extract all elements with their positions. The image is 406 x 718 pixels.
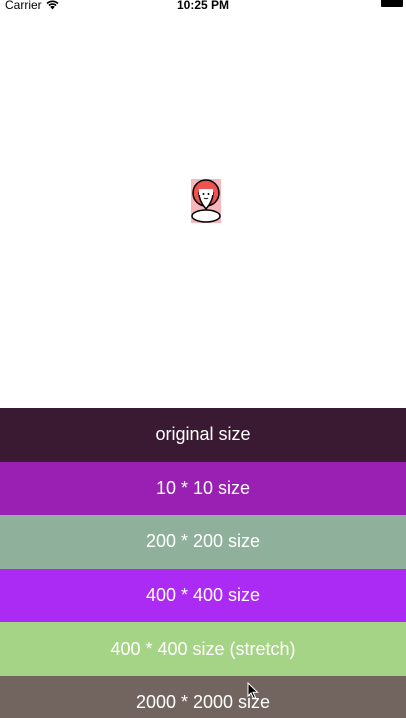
status-bar: Carrier 10:25 PM bbox=[0, 0, 406, 14]
app-screen: Carrier 10:25 PM original size 10 * 10 s… bbox=[0, 0, 406, 718]
image-preview-area bbox=[0, 14, 406, 408]
size-400-stretch-button[interactable]: 400 * 400 size (stretch) bbox=[0, 622, 406, 676]
size-button-list: original size 10 * 10 size 200 * 200 siz… bbox=[0, 408, 406, 718]
avatar-pin-image bbox=[191, 179, 221, 223]
size-10-button[interactable]: 10 * 10 size bbox=[0, 461, 406, 516]
size-400-button[interactable]: 400 * 400 size bbox=[0, 568, 406, 623]
size-2000-button[interactable]: 2000 * 2000 size bbox=[0, 675, 406, 718]
battery-icon bbox=[381, 0, 403, 7]
original-size-button[interactable]: original size bbox=[0, 408, 406, 462]
size-200-button[interactable]: 200 * 200 size bbox=[0, 515, 406, 569]
status-time: 10:25 PM bbox=[176, 0, 230, 12]
